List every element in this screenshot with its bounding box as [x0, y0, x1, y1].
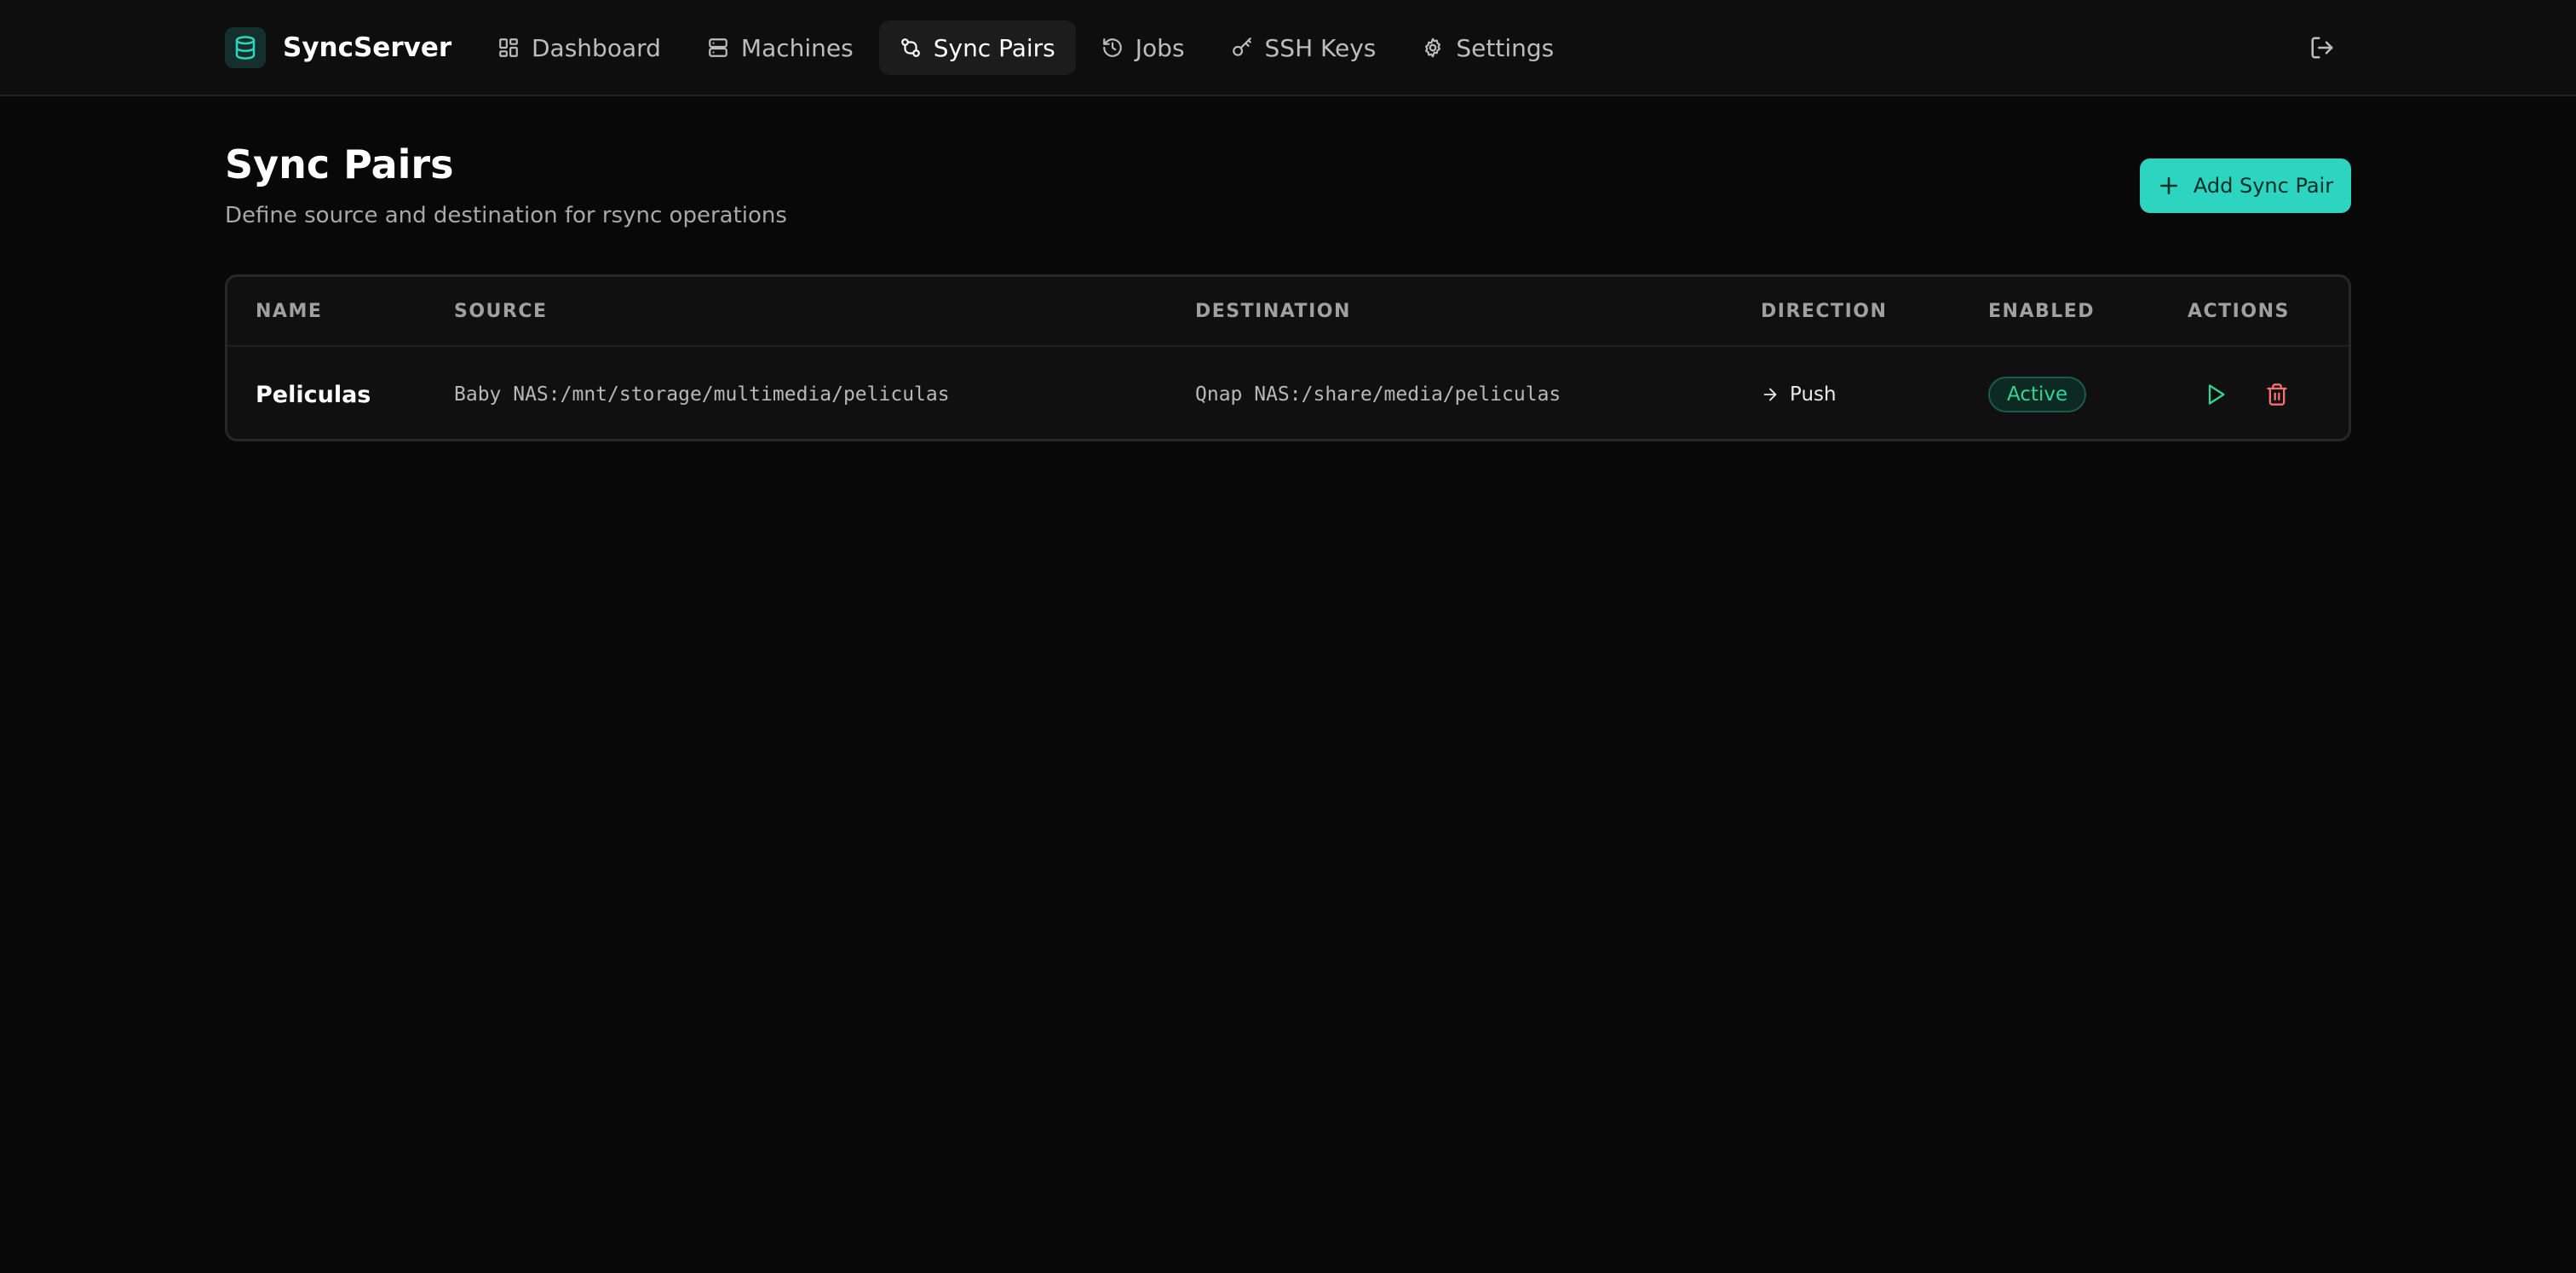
row-actions — [2197, 348, 2296, 439]
table-header: NAME SOURCE DESTINATION DIRECTION ENABLE… — [227, 277, 2349, 347]
key-icon — [1232, 37, 1251, 56]
row-direction-label: Push — [1790, 383, 1837, 406]
git-compare-icon — [900, 38, 920, 57]
row-name: Peliculas — [256, 381, 371, 408]
server-icon — [709, 38, 727, 57]
dashboard-grid-icon — [499, 38, 518, 57]
table-row[interactable]: Peliculas Baby NAS:/mnt/storage/multimed… — [227, 348, 2349, 439]
arrow-right-icon — [1763, 388, 1777, 401]
play-icon — [2208, 384, 2225, 405]
nav-item-ssh-keys[interactable]: SSH Keys — [1210, 20, 1397, 75]
brand[interactable]: SyncServer — [225, 27, 451, 68]
nav-item-sync-pairs[interactable]: Sync Pairs — [878, 20, 1076, 75]
column-header-name: NAME — [256, 301, 323, 322]
app-name: SyncServer — [283, 32, 452, 63]
page-title: Sync Pairs — [225, 141, 454, 187]
row-direction: Push — [1761, 348, 1837, 439]
plus-icon — [2159, 177, 2177, 194]
column-header-direction: DIRECTION — [1761, 301, 1888, 322]
nav-item-machines[interactable]: Machines — [687, 20, 874, 75]
logout-button[interactable] — [2305, 31, 2339, 65]
status-badge: Active — [1988, 377, 2087, 412]
run-sync-button[interactable] — [2197, 376, 2234, 413]
nav-label: Sync Pairs — [933, 33, 1055, 62]
nav-label: SSH Keys — [1264, 33, 1377, 62]
sync-pairs-table: NAME SOURCE DESTINATION DIRECTION ENABLE… — [225, 274, 2351, 441]
gear-icon — [1425, 37, 1441, 58]
nav-label: Settings — [1456, 33, 1555, 62]
column-header-actions: ACTIONS — [2188, 301, 2290, 322]
top-navigation-bar: SyncServer Dashboard Machines Sync Pairs — [0, 0, 2576, 96]
logout-icon — [2311, 37, 2333, 59]
page-subtitle: Define source and destination for rsync … — [225, 203, 787, 228]
row-destination: Qnap NAS:/share/media/peliculas — [1195, 383, 1561, 406]
nav-label: Jobs — [1135, 33, 1185, 62]
nav-item-jobs[interactable]: Jobs — [1081, 20, 1205, 75]
nav-label: Machines — [740, 33, 854, 62]
database-icon — [225, 27, 266, 68]
row-enabled: Active — [1988, 348, 2087, 439]
column-header-destination: DESTINATION — [1195, 301, 1351, 322]
nav-item-settings[interactable]: Settings — [1401, 20, 1574, 75]
row-source: Baby NAS:/mnt/storage/multimedia/pelicul… — [454, 383, 950, 406]
column-header-enabled: ENABLED — [1988, 301, 2096, 322]
add-sync-pair-label: Add Sync Pair — [2193, 174, 2334, 198]
nav-item-dashboard[interactable]: Dashboard — [477, 20, 681, 75]
column-header-source: SOURCE — [454, 301, 548, 322]
delete-sync-pair-button[interactable] — [2258, 376, 2296, 413]
nav-label: Dashboard — [532, 33, 661, 62]
history-icon — [1102, 38, 1122, 57]
add-sync-pair-button[interactable]: Add Sync Pair — [2140, 158, 2351, 213]
trash-icon — [2267, 383, 2287, 406]
main-nav: Dashboard Machines Sync Pairs Jobs SSH K… — [477, 20, 1574, 75]
